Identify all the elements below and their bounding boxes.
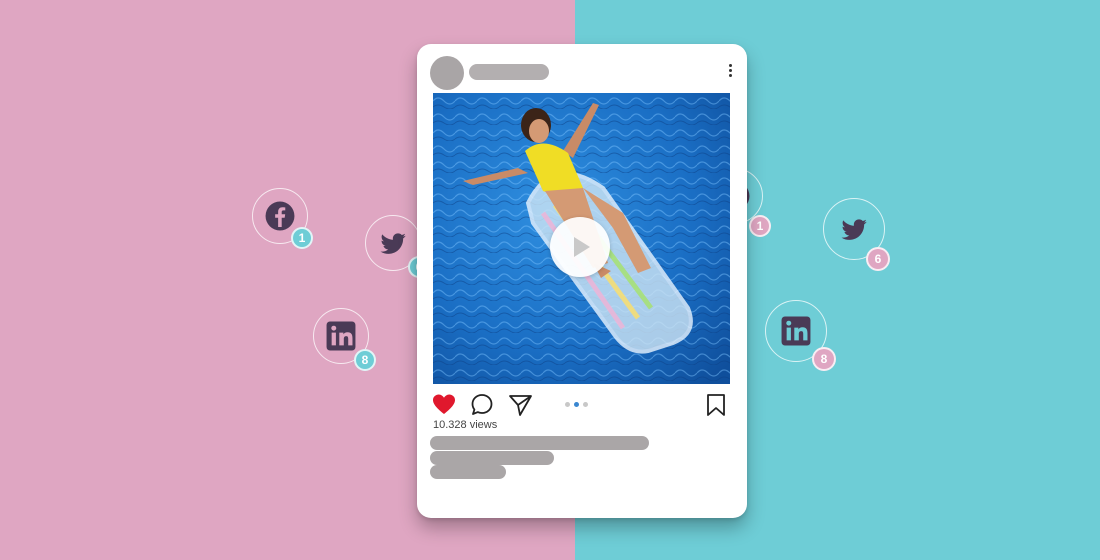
send-icon: [509, 395, 532, 416]
caption-placeholder: [430, 465, 506, 479]
carousel-dot-active: [574, 402, 579, 407]
bookmark-icon: [707, 394, 725, 416]
play-button[interactable]: [550, 217, 610, 277]
share-button[interactable]: [507, 392, 533, 418]
linkedin-button-right[interactable]: 8: [765, 300, 836, 371]
linkedin-count-badge: 8: [812, 347, 836, 371]
twitter-icon: [841, 219, 867, 240]
facebook-button-left[interactable]: 1: [252, 188, 313, 249]
carousel-dot: [583, 402, 588, 407]
comment-icon: [471, 394, 493, 415]
post-video[interactable]: [433, 93, 730, 384]
post-actions: [431, 392, 731, 418]
twitter-count-badge: 6: [866, 247, 890, 271]
linkedin-icon: [781, 316, 811, 346]
avatar[interactable]: [430, 56, 464, 90]
more-options-icon[interactable]: [725, 62, 735, 82]
caption-placeholder: [430, 451, 554, 465]
like-button[interactable]: [431, 392, 457, 418]
save-button[interactable]: [703, 392, 729, 418]
facebook-icon: [265, 201, 295, 231]
twitter-button-left[interactable]: 6: [365, 215, 430, 278]
play-icon: [574, 237, 590, 257]
carousel-dot: [565, 402, 570, 407]
linkedin-button-left[interactable]: 8: [313, 308, 376, 371]
carousel-indicator: [565, 402, 588, 407]
post-card: 10.328 views: [417, 44, 747, 518]
linkedin-count-badge: 8: [354, 349, 376, 371]
twitter-button-right[interactable]: 6: [823, 198, 890, 271]
facebook-count-badge: 1: [291, 227, 313, 249]
comment-button[interactable]: [469, 392, 495, 418]
heart-icon: [433, 394, 455, 414]
username-placeholder[interactable]: [469, 64, 549, 80]
linkedin-icon: [326, 321, 356, 351]
facebook-count-badge: 1: [749, 215, 771, 237]
caption-placeholder: [430, 436, 649, 450]
twitter-icon: [380, 233, 406, 254]
views-count: 10.328 views: [433, 419, 498, 431]
